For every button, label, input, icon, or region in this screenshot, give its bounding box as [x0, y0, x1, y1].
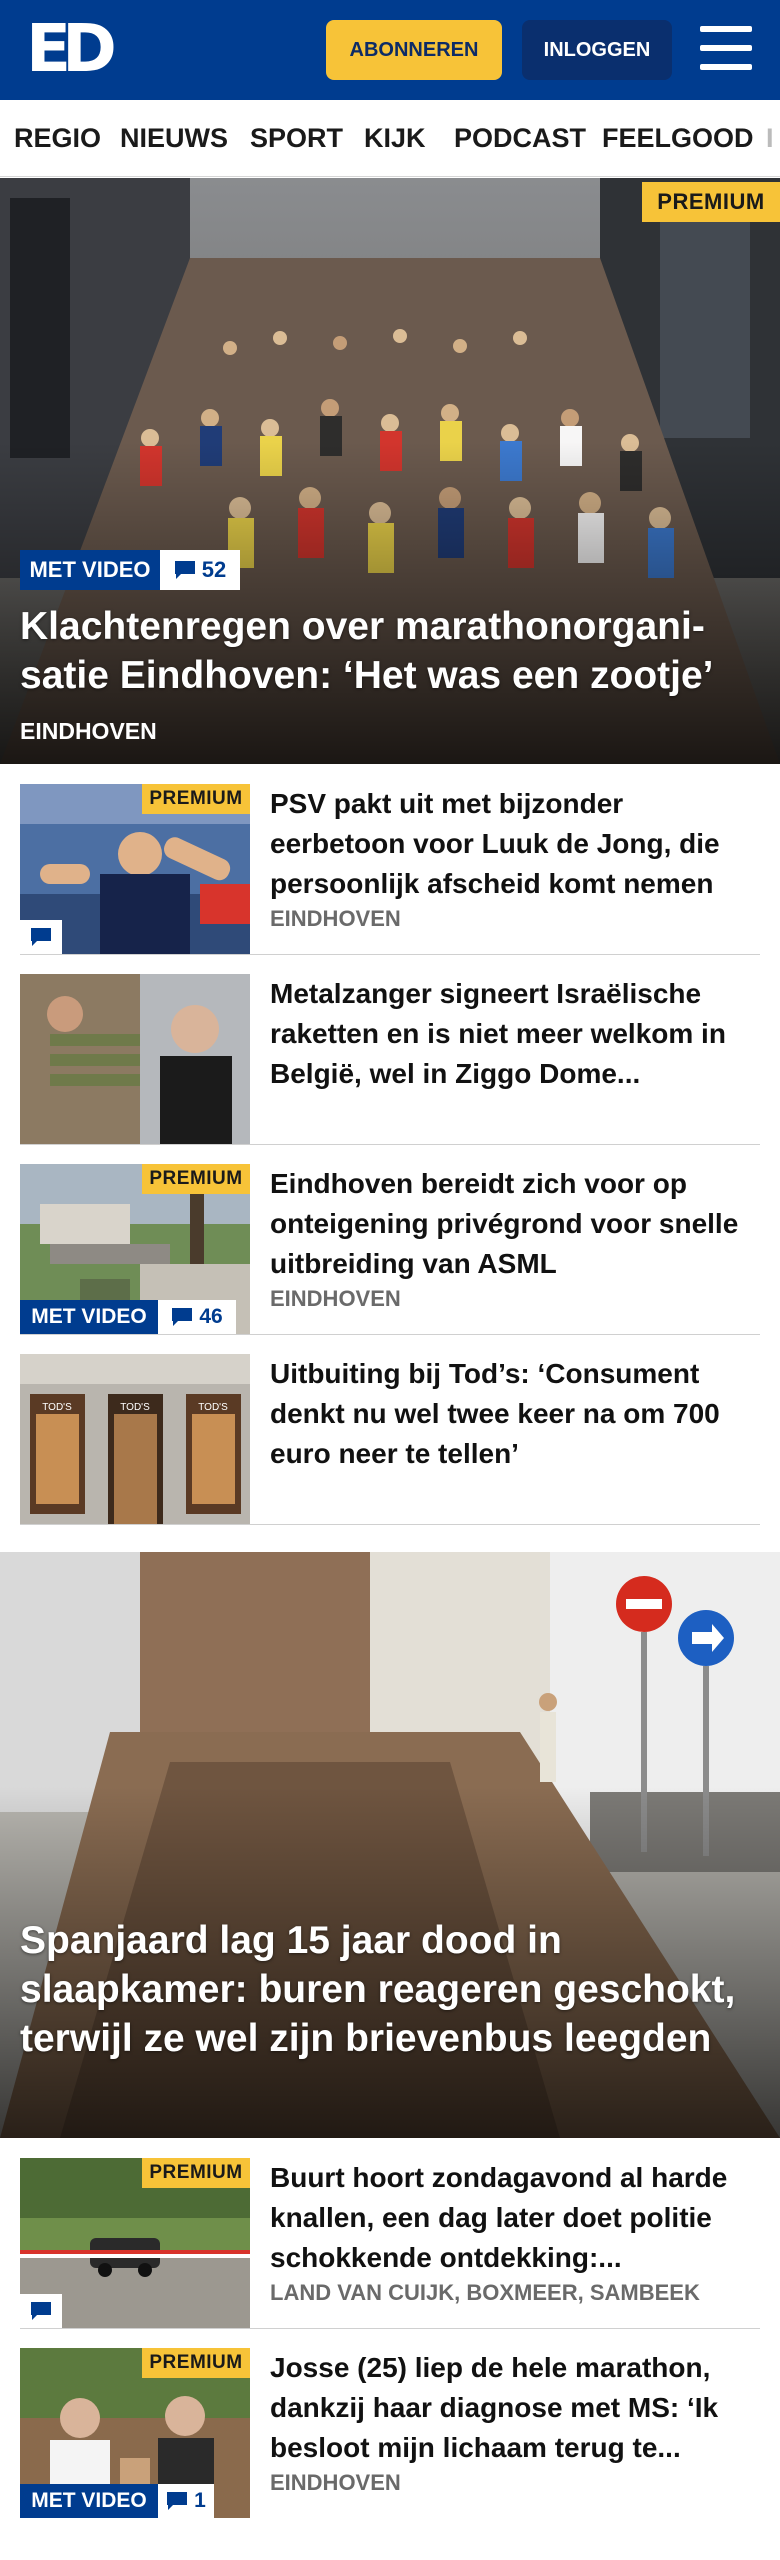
premium-badge: PREMIUM	[142, 784, 250, 814]
nav-item-podcast[interactable]: PODCAST	[454, 100, 586, 176]
article-headline[interactable]: Metalzanger signeert Israëlische rakette…	[270, 974, 760, 1094]
login-button[interactable]: INLOGGEN	[522, 20, 672, 80]
logo-text: ED	[26, 10, 117, 87]
shop-sign-text: TOD'S	[198, 1402, 228, 1413]
nav-item-overflow[interactable]: I	[766, 100, 774, 176]
comment-count-badge[interactable]: 1	[158, 2484, 214, 2518]
nav-item-feelgood[interactable]: FEELGOOD	[602, 100, 754, 176]
shop-sign-text: TOD'S	[42, 1402, 72, 1413]
article-location: EINDHOVEN	[270, 2470, 401, 2495]
article-headline[interactable]: PSV pakt uit met bijzonder eerbetoon voo…	[270, 784, 760, 904]
article-location: LAND VAN CUIJK, BOXMEER, SAMBEEK	[270, 2280, 700, 2305]
comment-icon	[174, 561, 195, 579]
nav-item-kijk[interactable]: KIJK	[364, 100, 426, 176]
site-logo[interactable]: ED	[26, 16, 118, 82]
article-headline[interactable]: Josse (25) liep de hele marathon, dankzi…	[270, 2348, 760, 2468]
article-thumbnail: TOD'S TOD'S TOD'S	[20, 1354, 250, 1524]
comment-badge[interactable]	[20, 920, 62, 954]
nav-item-nieuws[interactable]: NIEUWS	[120, 100, 228, 176]
article-item[interactable]: PREMIUM MET VIDEO 1 Josse (25) liep de h…	[20, 2328, 760, 2518]
comment-icon	[172, 1308, 193, 1326]
article-item[interactable]: Metalzanger signeert Israëlische rakette…	[20, 954, 760, 1145]
article-thumbnail	[20, 974, 250, 1144]
hero-headline[interactable]: Klachtenregen over marathonorgani-satie …	[20, 602, 760, 700]
hamburger-menu-icon[interactable]	[700, 26, 752, 70]
comment-icon	[167, 2492, 188, 2510]
video-badge: MET VIDEO	[20, 2484, 158, 2518]
comment-badge[interactable]	[20, 2294, 62, 2328]
premium-badge: PREMIUM	[142, 1164, 250, 1194]
hero-article[interactable]: PREMIUM MET VIDEO 52 Klachtenregen over …	[0, 178, 780, 764]
feature-headline[interactable]: Spanjaard lag 15 jaar dood in slaapkamer…	[20, 1916, 740, 2063]
video-badge: MET VIDEO	[20, 550, 160, 590]
article-location: EINDHOVEN	[270, 1286, 401, 1311]
feature-article[interactable]: Spanjaard lag 15 jaar dood in slaapkamer…	[0, 1552, 780, 2138]
article-location: EINDHOVEN	[270, 906, 401, 931]
article-headline[interactable]: Eindhoven bereidt zich voor op onteigeni…	[270, 1164, 760, 1284]
comment-icon	[31, 2302, 51, 2320]
premium-badge: PREMIUM	[142, 2158, 250, 2188]
nav-item-regio[interactable]: REGIO	[14, 100, 101, 176]
comment-count: 1	[194, 2489, 206, 2512]
article-item[interactable]: TOD'S TOD'S TOD'S Uitbuiting bij Tod’s: …	[20, 1334, 760, 1525]
article-item[interactable]: PREMIUM PSV pakt uit met bijzonder eerbe…	[20, 764, 760, 955]
hero-location: EINDHOVEN	[20, 718, 157, 744]
subscribe-button[interactable]: ABONNEREN	[326, 20, 502, 80]
nav-item-sport[interactable]: SPORT	[250, 100, 343, 176]
premium-badge: PREMIUM	[142, 2348, 250, 2378]
article-item[interactable]: PREMIUM Buurt hoort zondagavond al harde…	[20, 2138, 760, 2329]
premium-badge: PREMIUM	[642, 182, 780, 222]
article-item[interactable]: PREMIUM MET VIDEO 46 Eindhoven bereidt z…	[20, 1144, 760, 1335]
section-nav: REGIO NIEUWS SPORT KIJK PODCAST FEELGOOD…	[0, 100, 780, 177]
site-header: ED ABONNEREN INLOGGEN	[0, 0, 780, 100]
article-headline[interactable]: Uitbuiting bij Tod’s: ‘Consument denkt n…	[270, 1354, 760, 1474]
video-badge: MET VIDEO	[20, 1300, 158, 1334]
comment-icon	[31, 928, 51, 946]
comment-count-badge[interactable]: 52	[160, 550, 240, 590]
comment-count: 52	[201, 557, 227, 582]
comment-count: 46	[199, 1305, 223, 1328]
comment-count-badge[interactable]: 46	[158, 1300, 236, 1334]
shop-sign-text: TOD'S	[120, 1402, 150, 1413]
article-headline[interactable]: Buurt hoort zondagavond al harde knallen…	[270, 2158, 760, 2278]
